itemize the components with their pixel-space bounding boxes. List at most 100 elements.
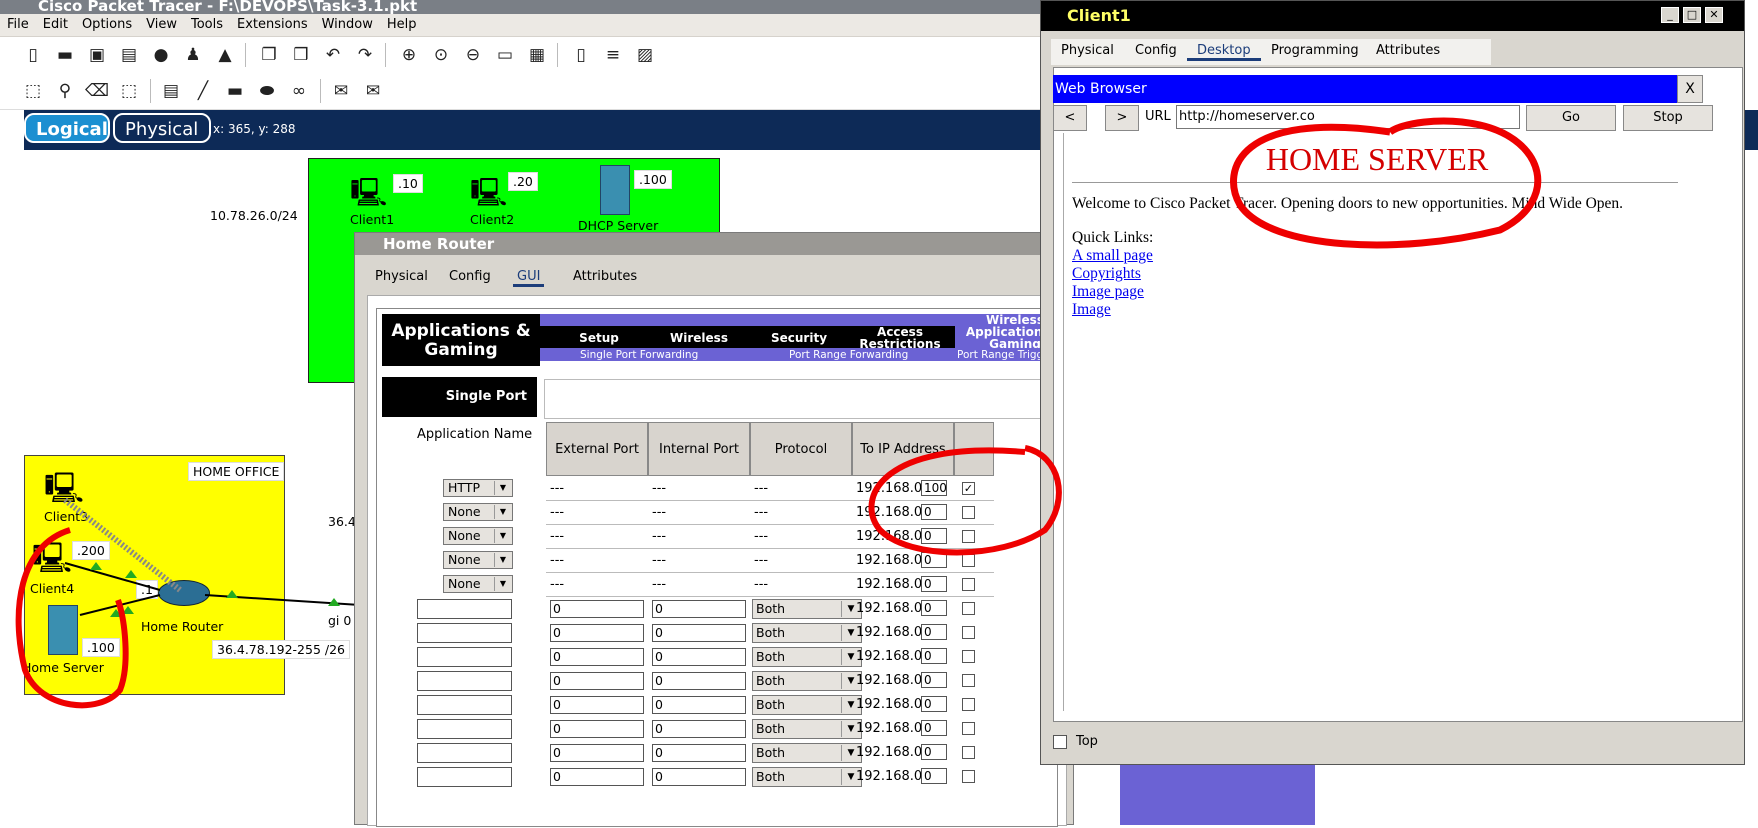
custom-devices-icon[interactable]: ▦ bbox=[526, 44, 548, 66]
ip-last-octet-input[interactable]: 0 bbox=[921, 600, 947, 616]
external-port-input[interactable]: 0 bbox=[550, 696, 644, 714]
stop-button[interactable]: Stop bbox=[1623, 105, 1713, 131]
tab-desktop[interactable]: Desktop bbox=[1187, 43, 1261, 61]
protocol-select[interactable]: Both ▼ bbox=[752, 695, 862, 715]
zoom-in-icon[interactable]: ⊕ bbox=[398, 44, 420, 66]
server-icon[interactable] bbox=[600, 165, 630, 215]
application-name-input[interactable] bbox=[417, 599, 512, 619]
enable-checkbox[interactable] bbox=[962, 746, 975, 759]
network-icon[interactable]: ≡ bbox=[602, 44, 624, 66]
go-button[interactable]: Go bbox=[1526, 105, 1616, 131]
protocol-select[interactable]: Both ▼ bbox=[752, 743, 862, 763]
internal-port-input[interactable]: 0 bbox=[652, 768, 746, 786]
protocol-select[interactable]: Both ▼ bbox=[752, 767, 862, 787]
external-port-input[interactable]: 0 bbox=[550, 672, 644, 690]
app-select[interactable]: None ▼ bbox=[443, 551, 513, 569]
enable-checkbox[interactable] bbox=[962, 722, 975, 735]
application-name-input[interactable] bbox=[417, 767, 512, 787]
ip-last-octet-input[interactable]: 0 bbox=[921, 624, 947, 640]
app-select[interactable]: HTTP ▼ bbox=[443, 479, 513, 497]
enable-checkbox[interactable] bbox=[962, 578, 975, 591]
external-port-input[interactable]: 0 bbox=[550, 648, 644, 666]
close-icon[interactable]: ✕ bbox=[1705, 7, 1723, 23]
url-input[interactable]: http://homeserver.co bbox=[1176, 105, 1520, 129]
drawing-palette-icon[interactable]: ▭ bbox=[494, 44, 516, 66]
forward-button[interactable]: > bbox=[1105, 105, 1139, 131]
minimize-icon[interactable]: _ bbox=[1661, 7, 1679, 23]
ip-last-octet-input[interactable]: 0 bbox=[921, 552, 947, 568]
home-router-title-bar[interactable]: Home Router bbox=[355, 233, 1073, 255]
protocol-select[interactable]: Both ▼ bbox=[752, 719, 862, 739]
internal-port-input[interactable]: 0 bbox=[652, 624, 746, 642]
top-checkbox[interactable] bbox=[1053, 735, 1067, 749]
enable-checkbox[interactable]: ✓ bbox=[962, 482, 975, 495]
application-name-input[interactable] bbox=[417, 671, 512, 691]
client1-title-bar[interactable]: Client1 bbox=[1041, 1, 1744, 31]
ip-last-octet-input[interactable]: 0 bbox=[921, 744, 947, 760]
tab-attributes[interactable]: Attributes bbox=[573, 269, 637, 284]
ip-last-octet-input[interactable]: 0 bbox=[921, 696, 947, 712]
tab-physical[interactable]: Physical bbox=[375, 269, 428, 284]
complex-pdu-icon[interactable]: ✉ bbox=[362, 80, 384, 102]
enable-checkbox[interactable] bbox=[962, 530, 975, 543]
application-name-input[interactable] bbox=[417, 743, 512, 763]
protocol-select[interactable]: Both ▼ bbox=[752, 647, 862, 667]
internal-port-input[interactable]: 0 bbox=[652, 744, 746, 762]
maximize-icon[interactable]: □ bbox=[1683, 7, 1701, 23]
protocol-select[interactable]: Both ▼ bbox=[752, 599, 862, 619]
ip-last-octet-input[interactable]: 0 bbox=[921, 504, 947, 520]
tab-config[interactable]: Config bbox=[1135, 43, 1177, 58]
external-port-input[interactable]: 0 bbox=[550, 720, 644, 738]
external-port-input[interactable]: 0 bbox=[550, 624, 644, 642]
tab-config[interactable]: Config bbox=[449, 269, 491, 284]
tab-programming[interactable]: Programming bbox=[1271, 43, 1359, 58]
ip-last-octet-input[interactable]: 0 bbox=[921, 720, 947, 736]
link-image-page[interactable]: Image page bbox=[1072, 283, 1144, 301]
ip-last-octet-input[interactable]: 0 bbox=[921, 672, 947, 688]
external-port-input[interactable]: 0 bbox=[550, 744, 644, 762]
header-enabled bbox=[954, 422, 994, 476]
browser-close-button[interactable]: X bbox=[1677, 75, 1703, 103]
ip-last-octet-input[interactable]: 100 bbox=[921, 480, 947, 496]
link-copyrights[interactable]: Copyrights bbox=[1072, 265, 1141, 283]
ip-last-octet-input[interactable]: 0 bbox=[921, 528, 947, 544]
application-name-input[interactable] bbox=[417, 623, 512, 643]
tab-attributes[interactable]: Attributes bbox=[1376, 43, 1440, 58]
ip-last-octet-input[interactable]: 0 bbox=[921, 576, 947, 592]
app-select[interactable]: None ▼ bbox=[443, 503, 513, 521]
ip-last-octet-input[interactable]: 0 bbox=[921, 648, 947, 664]
enable-checkbox[interactable] bbox=[962, 554, 975, 567]
internal-port-input[interactable]: 0 bbox=[652, 600, 746, 618]
application-name-input[interactable] bbox=[417, 719, 512, 739]
image-icon[interactable]: ▨ bbox=[634, 44, 656, 66]
protocol-select[interactable]: Both ▼ bbox=[752, 623, 862, 643]
application-name-input[interactable] bbox=[417, 647, 512, 667]
protocol-select[interactable]: Both ▼ bbox=[752, 671, 862, 691]
tab-gui[interactable]: GUI bbox=[513, 269, 545, 287]
enable-checkbox[interactable] bbox=[962, 674, 975, 687]
app-select[interactable]: None ▼ bbox=[443, 575, 513, 593]
external-port-input[interactable]: 0 bbox=[550, 600, 644, 618]
link-small-page[interactable]: A small page bbox=[1072, 247, 1153, 265]
link-image[interactable]: Image bbox=[1072, 301, 1111, 319]
tab-physical[interactable]: Physical bbox=[1061, 43, 1114, 58]
internal-port-input[interactable]: 0 bbox=[652, 672, 746, 690]
enable-checkbox[interactable] bbox=[962, 626, 975, 639]
internal-port-input[interactable]: 0 bbox=[652, 648, 746, 666]
internal-port-input[interactable]: 0 bbox=[652, 720, 746, 738]
enable-checkbox[interactable] bbox=[962, 602, 975, 615]
app-select[interactable]: None ▼ bbox=[443, 527, 513, 545]
enable-checkbox[interactable] bbox=[962, 506, 975, 519]
zoom-reset-icon[interactable]: ⊙ bbox=[430, 44, 452, 66]
menu-help[interactable]: Help bbox=[380, 14, 424, 32]
notes-icon[interactable]: ▯ bbox=[570, 44, 592, 66]
enable-checkbox[interactable] bbox=[962, 698, 975, 711]
enable-checkbox[interactable] bbox=[962, 770, 975, 783]
enable-checkbox[interactable] bbox=[962, 650, 975, 663]
application-name-input[interactable] bbox=[417, 695, 512, 715]
internal-port-input[interactable]: 0 bbox=[652, 696, 746, 714]
external-port-input[interactable]: 0 bbox=[550, 768, 644, 786]
ip-last-octet-input[interactable]: 0 bbox=[921, 768, 947, 784]
zoom-out-icon[interactable]: ⊖ bbox=[462, 44, 484, 66]
back-button[interactable]: < bbox=[1053, 105, 1087, 131]
